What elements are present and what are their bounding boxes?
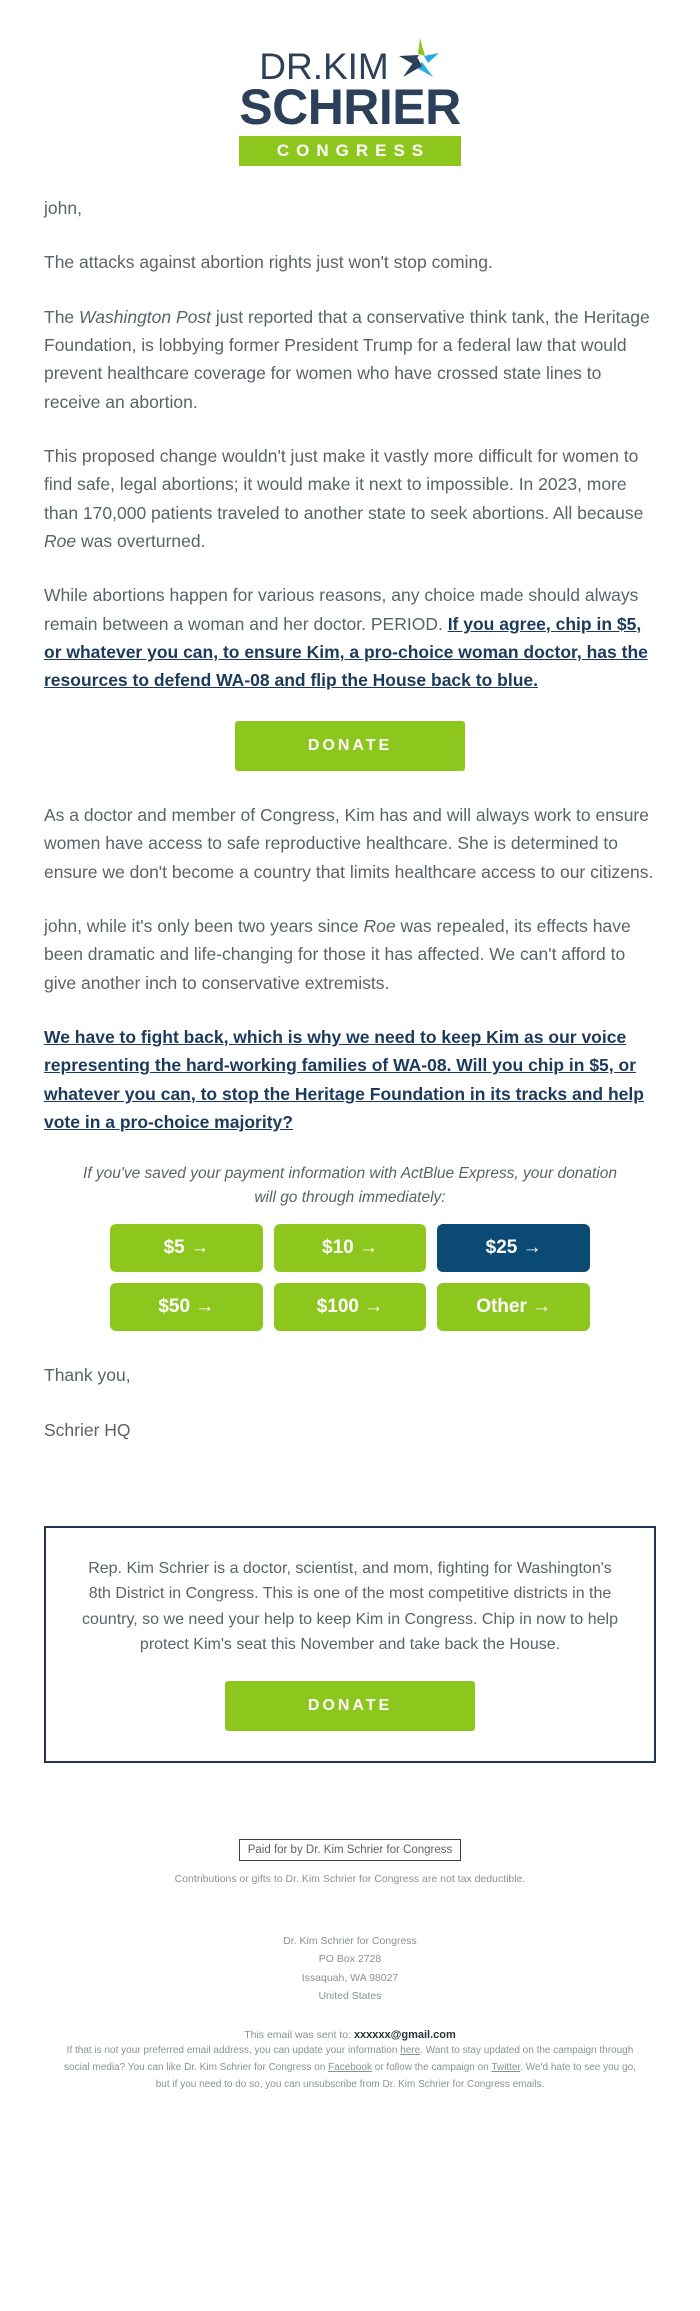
amount-button-25[interactable]: $25 →: [437, 1224, 590, 1273]
tax-deductible-note: Contributions or gifts to Dr. Kim Schrie…: [174, 1873, 526, 1886]
email-body: DR.KIM SCHRIER CONGRESS john, The attack…: [0, 0, 700, 2194]
greeting: john,: [44, 198, 82, 218]
donate-button-bottom[interactable]: DONATE: [225, 1681, 475, 1732]
p2-text-a: The: [44, 306, 80, 327]
actblue-express-note: If you've saved your payment information…: [83, 1165, 617, 1207]
footer-spacer: [40, 2094, 660, 2164]
twitter-link[interactable]: Twitter: [491, 2062, 520, 2073]
address-line-4: United States: [318, 1989, 382, 2002]
amount-button-50[interactable]: $50 →: [110, 1283, 263, 1332]
paragraph-5: As a doctor and member of Congress, Kim …: [44, 804, 654, 882]
campaign-logo: DR.KIM SCHRIER CONGRESS: [0, 0, 700, 184]
paragraph-7-cta: We have to fight back, which is why we n…: [44, 1023, 656, 1136]
amount-button-other[interactable]: Other →: [437, 1283, 590, 1332]
address-line-2: PO Box 2728: [318, 1953, 382, 1966]
paragraph-2: The Washington Post just reported that a…: [44, 303, 656, 416]
info-box-container: Rep. Kim Schrier is a doctor, scientist,…: [0, 1470, 700, 1793]
p3-text-b: was overturned.: [76, 531, 206, 552]
email-content: john, The attacks against abortion right…: [0, 184, 700, 1444]
donate-button-top[interactable]: DONATE: [235, 720, 465, 771]
donate-button-container: DONATE: [44, 720, 656, 771]
paragraph-4: While abortions happen for various reaso…: [44, 581, 656, 694]
paid-for-disclaimer: Paid for by Dr. Kim Schrier for Congress: [238, 1839, 462, 1862]
address-line-3: Issaquah, WA 98027: [301, 1971, 399, 1984]
logo-congress-bar: CONGRESS: [239, 136, 461, 166]
sent-to-label: This email was sent to:: [244, 2029, 354, 2042]
email-footer: Paid for by Dr. Kim Schrier for Congress…: [0, 1793, 700, 2194]
legal-text-3: or follow the campaign on: [371, 2062, 492, 2074]
paragraph-3: This proposed change wouldn't just make …: [44, 442, 656, 555]
address-line-1: Dr. Kim Schrier for Congress: [283, 1934, 417, 1947]
amount-button-100[interactable]: $100 →: [273, 1283, 427, 1332]
p6-text-a: john, while it's only been two years sin…: [44, 915, 364, 936]
sent-to-line: This email was sent to: xxxxxx@gmail.com: [40, 2029, 660, 2041]
amount-button-5[interactable]: $5 →: [110, 1224, 263, 1273]
paragraph-6: john, while it's only been two years sin…: [44, 912, 656, 997]
logo-schrier-text: SCHRIER: [239, 79, 461, 135]
candidate-info-box: Rep. Kim Schrier is a doctor, scientist,…: [44, 1525, 656, 1764]
info-box-text: Rep. Kim Schrier is a doctor, scientist,…: [82, 1559, 618, 1653]
recipient-email: xxxxxx@gmail.com: [353, 2029, 456, 2042]
update-info-link[interactable]: here: [400, 2045, 420, 2056]
star-icon: [395, 36, 441, 82]
legal-footer-text: If that is not your preferred email addr…: [40, 2043, 660, 2093]
facebook-link[interactable]: Facebook: [328, 2062, 372, 2073]
p6-emphasis: Roe: [363, 915, 396, 936]
p3-text-a: This proposed change wouldn't just make …: [44, 446, 644, 523]
p2-emphasis: Washington Post: [79, 306, 212, 327]
amount-button-10[interactable]: $10 →: [273, 1224, 427, 1273]
signoff-name: Schrier HQ: [44, 1419, 131, 1440]
p3-emphasis: Roe: [44, 531, 77, 552]
legal-text-1: If that is not your preferred email addr…: [66, 2045, 401, 2057]
donation-amount-grid: $5 → $10 → $25 → $50 → $100 → Other →: [44, 1224, 656, 1332]
inline-donate-link-2[interactable]: We have to fight back, which is why we n…: [44, 1027, 644, 1132]
paragraph-1: The attacks against abortion rights just…: [44, 252, 493, 273]
signoff-thank-you: Thank you,: [44, 1365, 131, 1386]
mailing-address: Dr. Kim Schrier for Congress PO Box 2728…: [40, 1932, 660, 2006]
